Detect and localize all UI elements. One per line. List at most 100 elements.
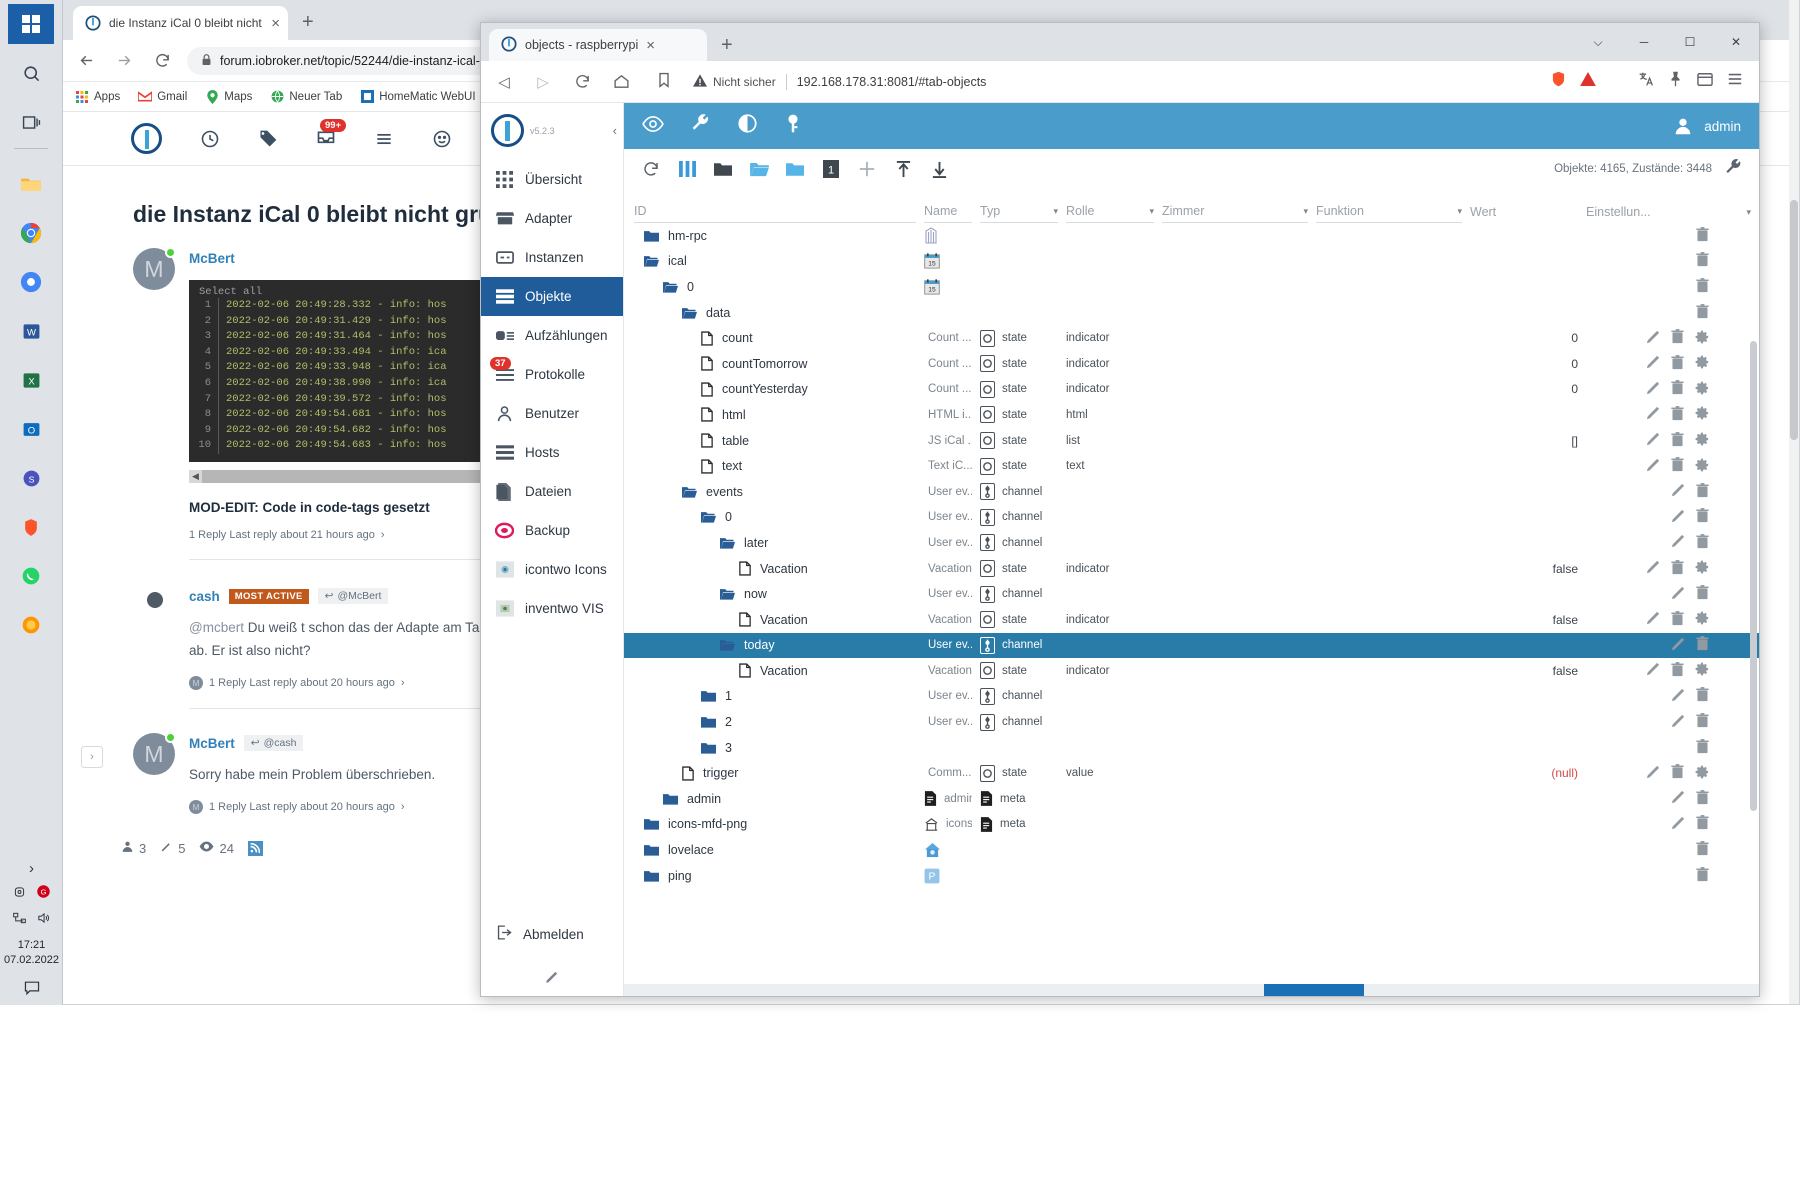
table-row[interactable]: html HTML i... state html [624,402,1759,428]
chevron-down-icon[interactable]: ▾ [1303,206,1308,217]
sidebar-item-dateien[interactable]: Dateien [481,472,623,511]
edit-icon[interactable] [1646,662,1660,679]
excel-icon[interactable]: X [8,360,54,400]
avatar[interactable] [147,592,163,608]
settings-gear-icon[interactable] [1695,355,1709,372]
edit-icon[interactable] [1646,765,1660,782]
reply-to-chip[interactable]: ↩ @cash [243,735,304,751]
object-id-cell[interactable]: events [634,485,916,499]
download-icon[interactable] [928,158,950,180]
edit-icon[interactable] [1646,406,1660,423]
edit-icon[interactable] [1671,534,1685,551]
columns-icon[interactable] [676,158,698,180]
sidebar-item-benutzer[interactable]: Benutzer [481,394,623,433]
edit-icon[interactable] [1671,816,1685,833]
reply-to-chip[interactable]: ↩ @McBert [317,588,389,604]
delete-icon[interactable] [1671,354,1684,373]
grammarly-icon[interactable]: G [36,884,51,904]
column-header-einstellungen[interactable]: Einstellun... ▾ [1586,205,1751,223]
sidebar-item-hosts[interactable]: Hosts [481,433,623,472]
file-explorer-icon[interactable] [8,164,54,204]
search-icon[interactable] [8,53,54,93]
object-id-cell[interactable]: today [634,638,916,652]
table-row[interactable]: 2 User ev... channel [624,709,1759,735]
delete-icon[interactable] [1696,713,1709,731]
iobroker-logo[interactable] [131,123,162,154]
table-row[interactable]: countTomorrow Count ... state indicator 0 [624,351,1759,377]
edit-icon[interactable] [1671,790,1685,807]
object-id-cell[interactable]: html [634,407,916,423]
rss-icon[interactable] [247,840,263,856]
reload-button[interactable] [569,69,595,95]
edit-icon[interactable] [1671,688,1685,705]
bookmark-icon[interactable] [657,72,671,91]
tag-icon[interactable] [258,129,278,149]
edit-icon[interactable] [1671,483,1685,500]
bookmark-maps[interactable]: Maps [205,89,252,104]
edit-icon[interactable] [1646,560,1660,577]
chevron-down-icon[interactable]: ▾ [1746,207,1751,218]
settings-gear-icon[interactable] [1695,381,1709,398]
teams-icon[interactable]: S [8,458,54,498]
chevron-down-icon[interactable]: ▾ [1053,206,1058,217]
menu-icon[interactable] [1727,71,1743,92]
settings-gear-icon[interactable] [1695,662,1709,679]
edit-icon[interactable] [1671,509,1685,526]
table-row[interactable]: admin admin meta [624,786,1759,812]
chevron-down-icon[interactable]: ▾ [1149,206,1154,217]
sidebar-collapse-button[interactable]: › [81,746,103,768]
pencil-icon[interactable] [481,956,623,996]
table-row[interactable]: now User ev... channel [624,581,1759,607]
sidebar-item-aufz-hlungen[interactable]: Aufzählungen [481,316,623,355]
wrench-icon[interactable] [1724,158,1743,180]
user-mention[interactable]: @mcbert [189,620,244,635]
edit-icon[interactable] [1646,458,1660,475]
page-scrollbar-track[interactable] [1789,0,1799,1004]
delete-icon[interactable] [1671,559,1684,578]
table-row[interactable]: text Text iC... state text [624,453,1759,479]
table-row[interactable]: 3 [624,735,1759,761]
settings-gear-icon[interactable] [1695,458,1709,475]
bookmark-apps[interactable]: Apps [75,90,120,104]
list-icon[interactable] [374,129,394,149]
delete-icon[interactable] [1696,508,1709,526]
table-row[interactable]: later User ev... channel [624,530,1759,556]
object-id-cell[interactable]: 3 [634,741,916,755]
settings-gear-icon[interactable] [1695,560,1709,577]
delete-icon[interactable] [1671,457,1684,475]
settings-gear-icon[interactable] [1695,611,1709,628]
volume-icon[interactable] [36,911,51,930]
object-id-cell[interactable]: ping [634,869,916,883]
table-row[interactable]: today User ev... channel [624,632,1759,659]
address-bar[interactable]: Nicht sicher 192.168.178.31:8081/#tab-ob… [647,68,1538,96]
object-id-cell[interactable]: text [634,459,916,474]
folder-filled-icon[interactable] [784,158,806,180]
delete-icon[interactable] [1696,303,1709,322]
delete-icon[interactable] [1696,738,1709,757]
sidebar-item-protokolle[interactable]: 37 Protokolle [481,355,623,394]
table-row[interactable]: table JS iCal ... state list [] [624,428,1759,454]
bookmark-gmail[interactable]: Gmail [138,90,187,104]
table-row[interactable]: count Count ... state indicator 0 [624,325,1759,351]
object-id-cell[interactable]: later [634,536,916,550]
settings-gear-icon[interactable] [1695,406,1709,423]
browser-tab-forum[interactable]: die Instanz iCal 0 bleibt nicht grü × [73,6,288,40]
object-id-cell[interactable]: admin [634,792,916,806]
table-row[interactable]: ping P [624,863,1759,889]
expand-add-icon[interactable] [856,158,878,180]
user-menu[interactable]: admin [1672,115,1741,137]
reload-button[interactable] [149,48,175,74]
avatar[interactable]: M [133,732,176,775]
delete-icon[interactable] [1671,406,1684,424]
objects-scrollbar-thumb[interactable] [1750,341,1757,811]
post-username[interactable]: McBert [189,736,235,751]
delete-icon[interactable] [1696,636,1709,654]
column-header-id[interactable]: ID [634,204,916,223]
post-username[interactable]: cash [189,589,220,604]
new-tab-button[interactable]: + [721,35,733,55]
minimize-button[interactable]: ─ [1621,26,1667,58]
close-window-button[interactable]: ✕ [1713,26,1759,58]
chevron-down-icon[interactable]: ▾ [1457,206,1462,217]
sidebar-item-logout[interactable]: Abmelden [481,912,623,956]
object-id-cell[interactable]: lovelace [634,843,916,857]
